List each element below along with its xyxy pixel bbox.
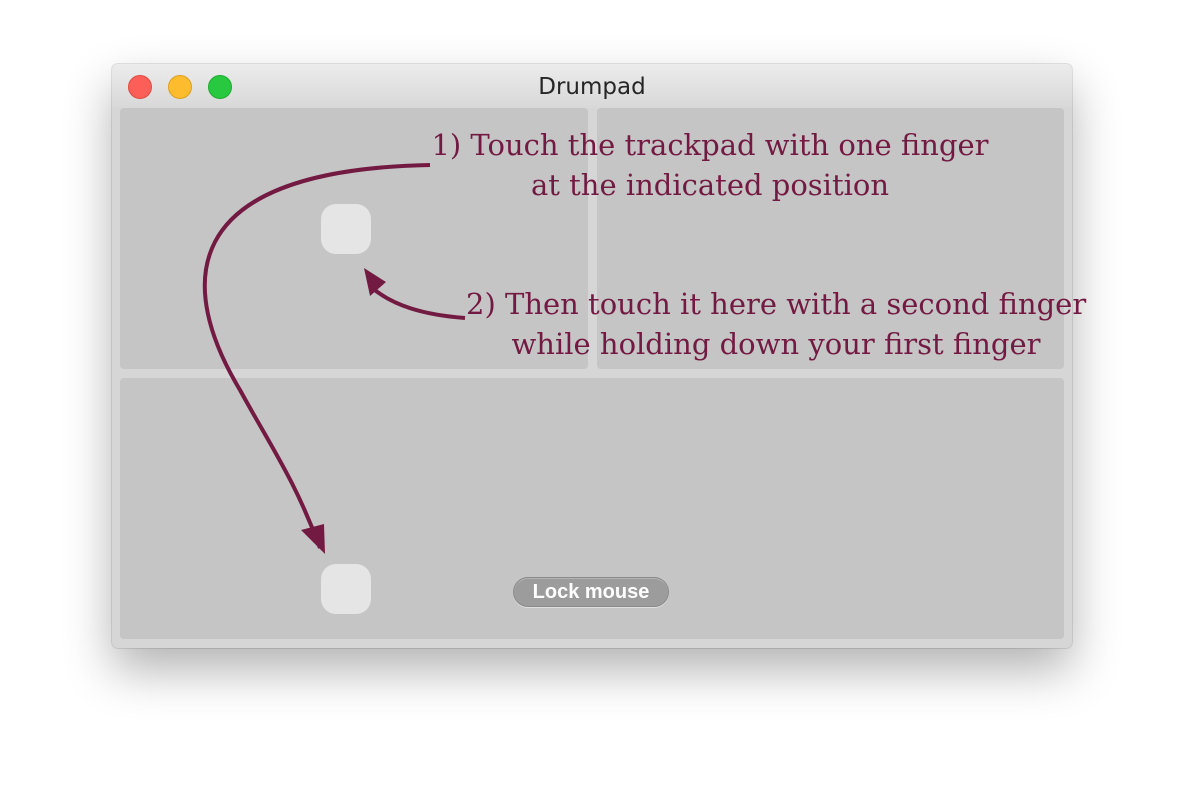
- first-finger-touch-point: [321, 564, 371, 614]
- lock-mouse-button[interactable]: Lock mouse: [513, 577, 669, 607]
- step-1-line-2: at the indicated position: [530, 168, 890, 202]
- step-1-annotation: 1) Touch the trackpad with one finger at…: [420, 125, 1000, 205]
- step-2-annotation: 2) Then touch it here with a second fing…: [466, 284, 1086, 364]
- step-1-line-1: 1) Touch the trackpad with one finger: [431, 128, 989, 162]
- step-2-line-1: 2) Then touch it here with a second fing…: [466, 287, 1087, 321]
- title-bar[interactable]: Drumpad: [112, 64, 1072, 108]
- step-2-line-2: while holding down your first finger: [511, 327, 1041, 361]
- second-finger-touch-point: [321, 204, 371, 254]
- window-title: Drumpad: [538, 74, 646, 100]
